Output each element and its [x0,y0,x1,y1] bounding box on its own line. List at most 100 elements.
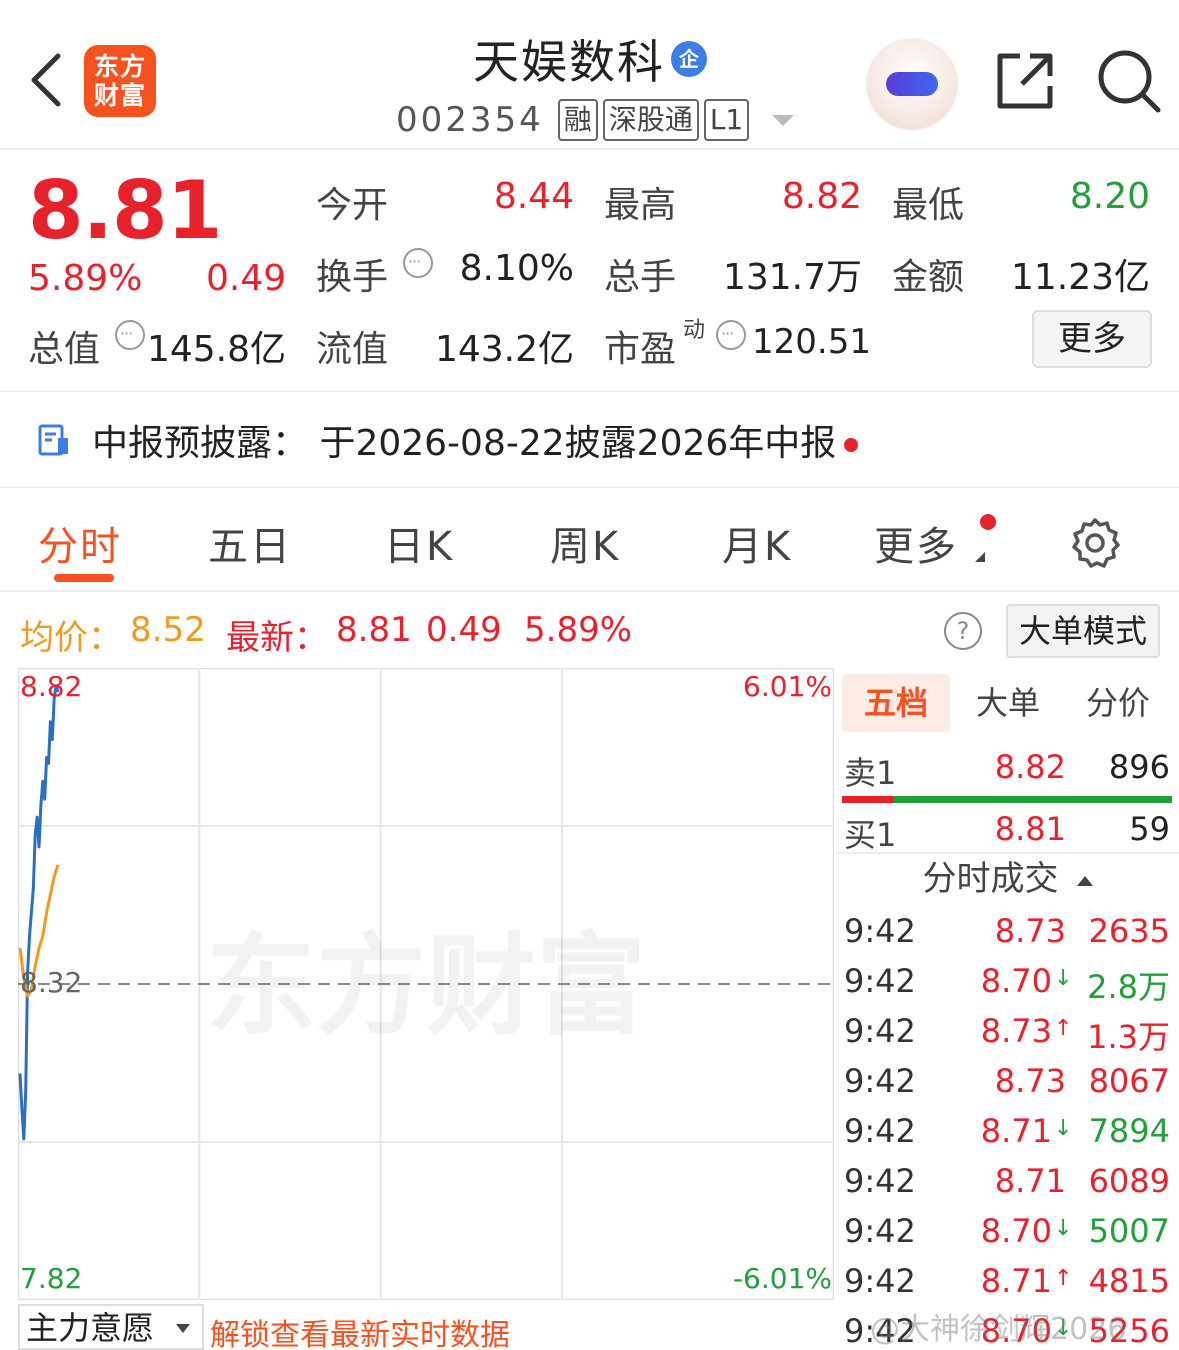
chevron-down-icon[interactable] [772,114,795,126]
trade-time: 9:42 [844,912,916,950]
turnover-value: 8.10% [459,248,574,289]
change-percent: 5.89% [28,258,143,299]
trade-volume: 2.8万 [1087,968,1170,1006]
trade-row: 9:42 8.70 ↓ 5007 [836,1212,1179,1262]
search-icon[interactable] [1096,48,1162,114]
low-label: 最低 [892,185,965,226]
tab-monthly-k[interactable]: 月K [722,514,792,572]
trade-volume: 7894 [1088,1112,1170,1150]
chart-period-tabs: 分时 五日 日K 周K 月K 更多 [0,490,1179,592]
share-icon[interactable] [994,50,1056,112]
big-order-mode-button[interactable]: 大单模式 [1006,604,1160,658]
sell-ratio-bar [842,796,894,803]
trade-row: 9:42 8.73 ↑ 1.3万 [836,1012,1179,1062]
report-document-icon [38,424,68,456]
trade-row: 9:42 8.70 ↓ 2.8万 [836,962,1179,1012]
trade-volume: 1.3万 [1087,1018,1170,1056]
trade-time: 9:42 [844,1262,916,1300]
intraday-chart-svg: 东方财富 [18,668,834,1300]
sell1-label: 卖1 [844,754,897,792]
assistant-robot-avatar[interactable] [866,38,958,130]
tab-more[interactable]: 更多 [874,514,958,572]
interim-report-notice[interactable]: 中报预披露： 于2026-08-22披露2026年中报 [0,392,1179,488]
robot-visor-icon [886,72,938,96]
trade-price: 8.73 [994,1062,1066,1100]
amount-label: 金额 [892,257,965,298]
trade-time: 9:42 [844,1062,916,1100]
pe-label: 市盈 [604,329,677,370]
capital-flow-select[interactable]: 主力意愿 [18,1304,204,1350]
back-arrow-icon[interactable] [26,50,66,110]
trade-time: 9:42 [844,1112,916,1150]
low-value: 8.20 [1069,176,1150,217]
quote-more-button[interactable]: 更多 [1032,310,1152,368]
trade-volume: 6089 [1088,1162,1170,1200]
pe-info-icon[interactable] [716,320,746,350]
tag-shenzhen-connect: 深股通 [602,99,699,141]
active-tab-indicator [54,574,114,582]
trade-row: 9:42 8.71 6089 [836,1162,1179,1212]
trade-price: 8.70 [980,1212,1052,1250]
y-axis-bottom-label: 7.82 [20,1262,83,1295]
enterprise-badge-icon: 企 [671,41,707,77]
float-cap-label: 流值 [316,329,389,370]
trade-volume: 2635 [1088,912,1170,950]
volume-value: 131.7万 [722,257,862,298]
eastmoney-logo[interactable]: 东方财富 [84,45,156,117]
intraday-summary-row: 均价： 8.52 最新： 8.81 0.49 5.89% ? 大单模式 [0,600,1179,662]
unlock-realtime-link[interactable]: 解锁查看最新实时数据 [210,1310,510,1350]
trades-header[interactable]: 分时成交 [836,852,1179,902]
tab-big-orders[interactable]: 大单 [958,674,1058,732]
trade-row: 9:42 8.73 8067 [836,1062,1179,1112]
stock-header: 东方财富 天娱数科企 002354 融 深股通 L1 [0,0,1179,150]
collapse-up-icon [1076,875,1093,886]
pct-axis-top-label: 6.01% [743,670,832,703]
sell1-volume: 896 [1108,748,1170,786]
trade-volume: 5007 [1088,1212,1170,1250]
turnover-info-icon[interactable] [403,248,433,278]
open-value: 8.44 [493,176,574,217]
high-value: 8.82 [781,176,862,217]
intraday-chart[interactable]: 东方财富 8.82 8.32 7.82 6.01% -6.01% [18,668,834,1300]
notice-text: 中报预披露： 于2026-08-22披露2026年中报 [92,414,859,466]
trade-price: 8.73 [994,912,1066,950]
trade-time: 9:42 [844,1162,916,1200]
tab-more-red-dot [980,514,996,530]
avg-price-value: 8.52 [130,610,206,650]
pe-dynamic-mark: 动 [683,318,706,343]
latest-change-percent: 5.89% [524,610,633,650]
title-wrap: 天娱数科企 [360,26,820,92]
trade-price: 8.73 [980,1012,1052,1050]
last-price: 8.81 [28,164,222,257]
sell1-price: 8.82 [994,748,1066,786]
stock-code: 002354 [396,100,544,140]
trade-time: 9:42 [844,1212,916,1250]
change-amount: 0.49 [206,258,287,299]
tab-intraday[interactable]: 分时 [38,514,122,572]
gear-icon[interactable] [1068,516,1122,570]
amount-value: 11.23亿 [1010,257,1150,298]
trade-price: 8.71 [980,1262,1052,1300]
dropdown-arrow-icon [176,1324,190,1333]
trade-volume: 4815 [1088,1262,1170,1300]
tab-five-day[interactable]: 五日 [208,514,292,572]
tag-level1: L1 [703,99,750,141]
open-label: 今开 [316,185,389,226]
tab-weekly-k[interactable]: 周K [550,514,620,572]
trade-time: 9:42 [844,1012,916,1050]
help-icon[interactable]: ? [944,612,982,650]
notice-text-content: 中报预披露： 于2026-08-22披露2026年中报 [92,423,837,464]
logo-text: 东方财富 [93,52,146,110]
latest-label: 最新： [226,618,328,658]
unread-dot [844,438,859,452]
avg-price-label: 均价： [20,618,122,658]
tab-daily-k[interactable]: 日K [384,514,454,572]
trades-header-label: 分时成交 [922,859,1059,899]
market-cap-value: 145.8亿 [146,329,286,370]
tab-price-distribution[interactable]: 分价 [1068,674,1168,732]
trade-time: 9:42 [844,962,916,1000]
tab-five-levels[interactable]: 五档 [842,674,950,732]
stock-code-row[interactable]: 002354 融 深股通 L1 [396,97,795,143]
high-label: 最高 [604,185,677,226]
tag-margin: 融 [557,99,598,141]
